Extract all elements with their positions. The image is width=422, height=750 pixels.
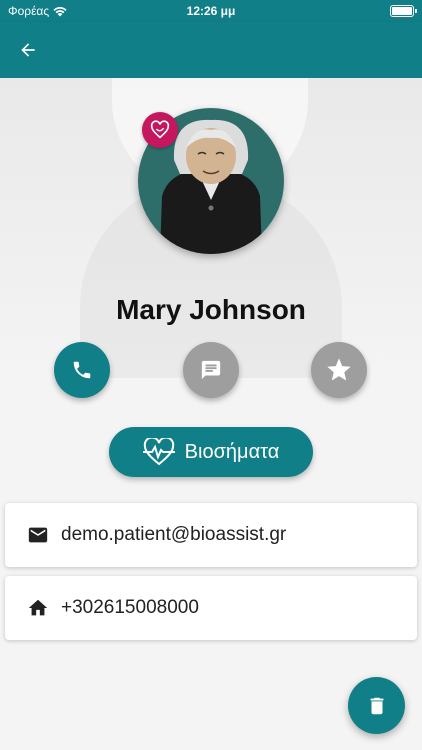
phone-row[interactable]: +302615008000 xyxy=(5,576,417,640)
back-button[interactable] xyxy=(14,36,42,64)
patient-name: Mary Johnson xyxy=(116,294,306,325)
email-value: demo.patient@bioassist.gr xyxy=(61,524,287,545)
status-bar: Φορέας 12:26 μμ xyxy=(0,0,422,22)
arrow-back-icon xyxy=(21,43,35,57)
vitals-button-label: Βιοσήματα xyxy=(184,440,280,463)
message-icon xyxy=(201,360,221,380)
app-bar xyxy=(0,22,422,78)
trash-icon xyxy=(370,697,383,714)
battery-icon xyxy=(390,5,417,17)
home-icon xyxy=(27,597,49,619)
phone-icon xyxy=(73,361,91,379)
favorite-button[interactable] xyxy=(311,342,367,398)
phone-value: +302615008000 xyxy=(61,597,199,618)
clock: 12:26 μμ xyxy=(186,4,236,18)
delete-button[interactable] xyxy=(348,677,405,734)
message-button[interactable] xyxy=(183,342,239,398)
email-icon xyxy=(27,524,49,546)
email-row[interactable]: demo.patient@bioassist.gr xyxy=(5,503,417,567)
star-icon xyxy=(327,358,351,381)
favorite-badge xyxy=(142,112,178,148)
vitals-button[interactable]: Βιοσήματα xyxy=(109,427,313,477)
call-button[interactable] xyxy=(54,342,110,398)
heartbeat-icon xyxy=(142,438,175,466)
heart-badge-icon xyxy=(150,120,170,139)
